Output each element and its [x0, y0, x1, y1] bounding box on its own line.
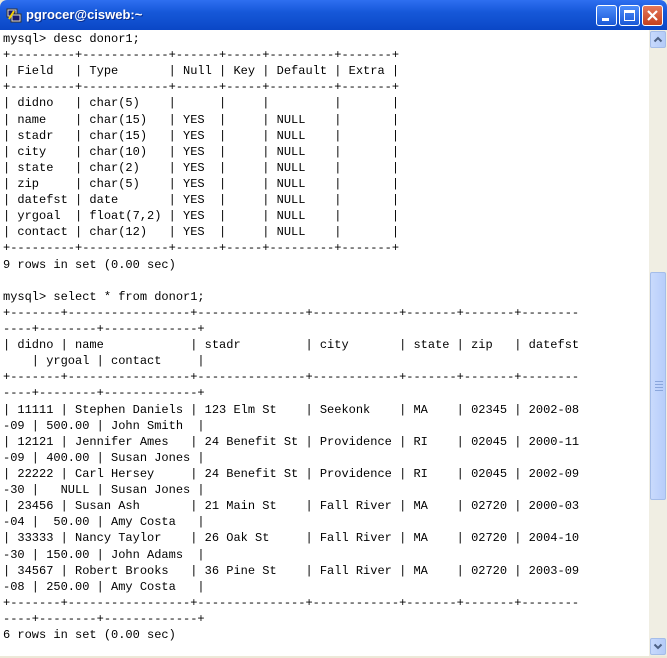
- terminal-line: ----+--------+-------------+: [3, 611, 205, 626]
- terminal-line: +---------+------------+------+-----+---…: [3, 48, 400, 63]
- terminal-line: | 34567 | Robert Brooks | 36 Pine St | F…: [3, 563, 580, 578]
- terminal-line: | contact | char(12) | YES | | NULL | |: [3, 225, 400, 240]
- terminal-line: | name | char(15) | YES | | NULL | |: [3, 112, 400, 127]
- title-bar[interactable]: pgrocer@cisweb:~: [0, 0, 667, 30]
- terminal-line: | 12121 | Jennifer Ames | 24 Benefit St …: [3, 434, 580, 449]
- terminal-line: +---------+------------+------+-----+---…: [3, 241, 400, 256]
- terminal-line: -09 | 500.00 | John Smith |: [3, 418, 205, 433]
- terminal-line: | 33333 | Nancy Taylor | 26 Oak St | Fal…: [3, 531, 580, 546]
- scroll-up-button[interactable]: [650, 31, 666, 48]
- terminal-line: | didno | name | stadr | city | state | …: [3, 338, 580, 353]
- terminal-line: +-------+-----------------+-------------…: [3, 595, 580, 610]
- terminal-line: -09 | 400.00 | Susan Jones |: [3, 450, 205, 465]
- maximize-button[interactable]: [619, 5, 640, 26]
- terminal-line: | 22222 | Carl Hersey | 24 Benefit St | …: [3, 466, 580, 481]
- terminal-line: | yrgoal | contact |: [3, 354, 205, 369]
- terminal-line: mysql> select * from donor1;: [3, 289, 205, 304]
- putty-icon[interactable]: [6, 7, 22, 23]
- terminal-line: | yrgoal | float(7,2) | YES | | NULL | |: [3, 209, 400, 224]
- terminal-line: ----+--------+-------------+: [3, 321, 205, 336]
- chevron-down-icon: [653, 643, 663, 650]
- terminal-line: +-------+-----------------+-------------…: [3, 370, 580, 385]
- terminal-line: | city | char(10) | YES | | NULL | |: [3, 144, 400, 159]
- terminal-line: | Field | Type | Null | Key | Default | …: [3, 64, 400, 79]
- scrollbar-thumb[interactable]: [650, 272, 666, 501]
- terminal-line: 6 rows in set (0.00 sec): [3, 628, 176, 643]
- close-icon: [647, 10, 658, 21]
- chevron-up-icon: [653, 36, 663, 43]
- terminal-line: +-------+-----------------+-------------…: [3, 305, 580, 320]
- terminal-line: mysql> desc donor1;: [3, 32, 140, 46]
- terminal-line: -04 | 50.00 | Amy Costa |: [3, 515, 205, 530]
- terminal-line: | zip | char(5) | YES | | NULL | |: [3, 176, 400, 191]
- terminal-line: | stadr | char(15) | YES | | NULL | |: [3, 128, 400, 143]
- terminal-line: | state | char(2) | YES | | NULL | |: [3, 160, 400, 175]
- terminal-line: [0, 273, 649, 289]
- terminal-line: | 11111 | Stephen Daniels | 123 Elm St |…: [3, 402, 580, 417]
- scroll-down-button[interactable]: [650, 638, 666, 655]
- terminal-window: pgrocer@cisweb:~ mysql> desc donor1; +---…: [0, 0, 667, 656]
- terminal-lines: mysql> desc donor1; +---------+----------…: [0, 30, 649, 643]
- window-title: pgrocer@cisweb:~: [26, 7, 143, 22]
- terminal-line: | didno | char(5) | | | | |: [3, 96, 400, 111]
- terminal-line: -30 | 150.00 | John Adams |: [3, 547, 205, 562]
- terminal-output[interactable]: mysql> desc donor1; +---------+----------…: [0, 30, 649, 656]
- terminal-line: +---------+------------+------+-----+---…: [3, 80, 400, 95]
- close-button[interactable]: [642, 5, 663, 26]
- vertical-scrollbar[interactable]: [649, 30, 667, 656]
- terminal-line: -30 | NULL | Susan Jones |: [3, 483, 205, 498]
- minimize-button[interactable]: [596, 5, 617, 26]
- terminal-line: | 23456 | Susan Ash | 21 Main St | Fall …: [3, 499, 580, 514]
- maximize-icon: [624, 10, 635, 21]
- terminal-line: 9 rows in set (0.00 sec): [3, 257, 176, 272]
- terminal-line: ----+--------+-------------+: [3, 386, 205, 401]
- terminal-line: | datefst | date | YES | | NULL | |: [3, 193, 400, 208]
- minimize-icon: [602, 18, 609, 21]
- terminal-line: -08 | 250.00 | Amy Costa |: [3, 579, 205, 594]
